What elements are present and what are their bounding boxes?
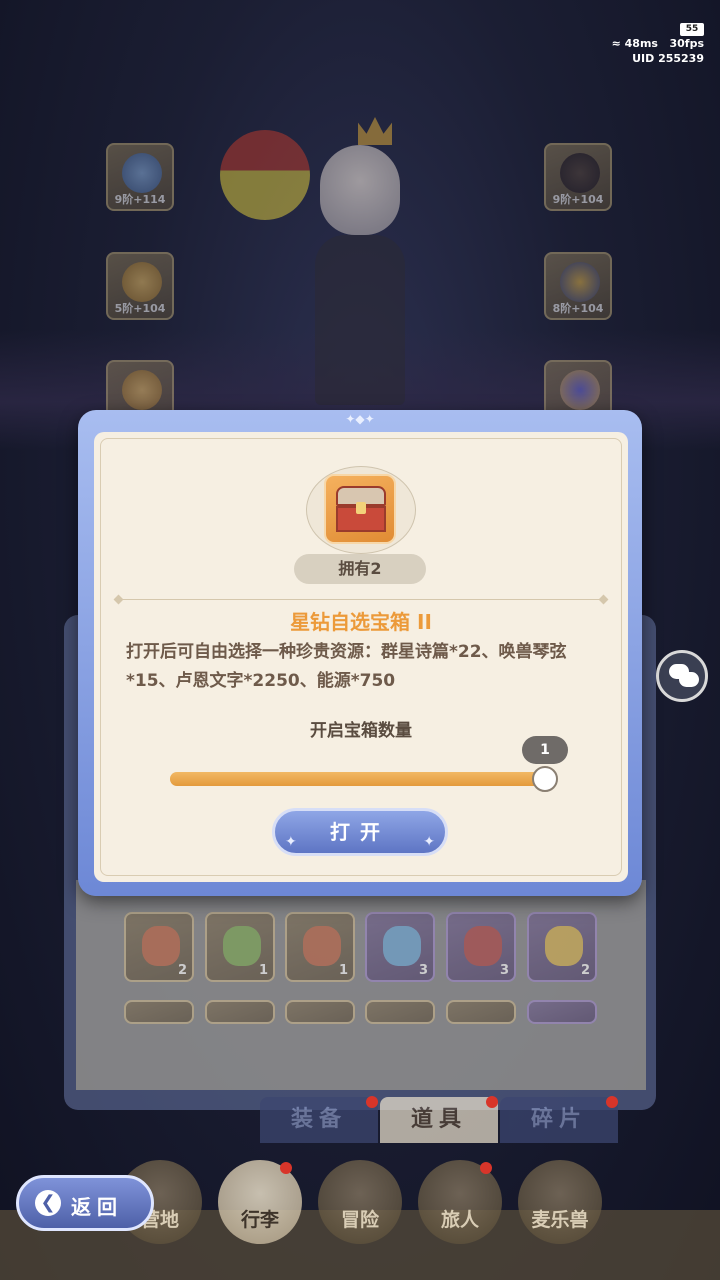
open-chest-button[interactable]: ✦ 打开 ✦	[272, 808, 448, 856]
nav-traveler-label: 旅人	[440, 1209, 479, 1231]
notification-dot	[280, 1162, 292, 1174]
frame-ornament: ✦◆✦	[345, 412, 375, 426]
inventory-item[interactable]: 3	[365, 912, 435, 982]
equip-slot-left-1[interactable]: 9阶+114	[106, 143, 174, 211]
chat-button[interactable]	[656, 650, 708, 702]
blue-potion-icon	[383, 926, 421, 966]
crown-icon	[358, 117, 392, 145]
hero-body	[315, 235, 405, 405]
inventory-item[interactable]	[124, 1000, 194, 1024]
chat-bubble-icon	[679, 672, 699, 687]
status-overlay: 55 ≈ 48ms 30fps UID 255239	[612, 20, 704, 66]
nav-adventure-label: 冒险	[340, 1209, 379, 1231]
back-button-label: 返回	[71, 1195, 123, 1219]
armor-icon	[122, 262, 162, 302]
inventory-item[interactable]	[205, 1000, 275, 1024]
item-title: 星钻自选宝箱 II	[290, 610, 432, 634]
key-icon	[545, 926, 583, 966]
ping-text: 48ms	[624, 37, 658, 50]
inventory-item[interactable]	[285, 1000, 355, 1024]
boots-icon	[560, 370, 600, 410]
mask-icon	[560, 153, 600, 193]
back-arrow-icon: ❮	[35, 1190, 61, 1216]
helmet-icon	[122, 153, 162, 193]
quantity-value-badge: 1	[522, 736, 568, 764]
chest-lock	[356, 502, 366, 514]
slider-fill	[170, 772, 554, 786]
back-button[interactable]: ❮ 返回	[16, 1175, 154, 1231]
crystal-icon	[142, 926, 180, 966]
slider-handle[interactable]	[532, 766, 558, 792]
red-potion-icon	[464, 926, 502, 966]
equip-slot-left-2[interactable]: 5阶+104	[106, 252, 174, 320]
inventory-item[interactable]: 3	[446, 912, 516, 982]
item-description: 打开后可自由选择一种珍贵资源：群星诗篇*22、唤兽琴弦*15、卢恩文字*2250…	[126, 642, 567, 691]
inventory-item[interactable]	[446, 1000, 516, 1024]
divider	[113, 594, 609, 605]
notification-dot	[606, 1096, 618, 1108]
inventory-item[interactable]	[365, 1000, 435, 1024]
nav-pet-label: 麦乐兽	[531, 1209, 589, 1231]
treasure-chest-icon	[324, 474, 396, 544]
inventory-item[interactable]: 2	[527, 912, 597, 982]
nav-luggage-label: 行李	[240, 1209, 279, 1231]
quantity-slider[interactable]	[170, 772, 554, 786]
tab-items[interactable]: 道具	[380, 1097, 498, 1143]
equip-slot-right-2[interactable]: 8阶+104	[544, 252, 612, 320]
hero-head	[320, 145, 400, 235]
owned-count-badge: 拥有2	[294, 554, 426, 584]
wifi-icon: ≈	[611, 37, 621, 50]
battery-icon: 55	[680, 23, 704, 36]
herb-icon	[223, 926, 261, 966]
gloves-icon	[122, 370, 162, 410]
notification-dot	[486, 1096, 498, 1108]
inventory-item[interactable]: 1	[205, 912, 275, 982]
fps-text: 30fps	[669, 37, 704, 50]
tab-equipment[interactable]: 装备	[260, 1097, 378, 1143]
inventory-item[interactable]: 2	[124, 912, 194, 982]
inventory-item[interactable]: 1	[285, 912, 355, 982]
gauntlet-icon	[560, 262, 600, 302]
crystal-icon	[303, 926, 341, 966]
notification-dot	[366, 1096, 378, 1108]
uid-text: UID 255239	[632, 52, 704, 65]
open-button-label: 打开	[330, 820, 390, 844]
sparkle-icon: ✦	[423, 834, 435, 850]
tab-fragments[interactable]: 碎片	[500, 1097, 618, 1143]
notification-dot	[480, 1162, 492, 1174]
sparkle-icon: ✦	[285, 834, 297, 850]
hero-character	[290, 115, 430, 415]
inventory-item[interactable]	[527, 1000, 597, 1024]
equip-slot-right-1[interactable]: 9阶+104	[544, 143, 612, 211]
